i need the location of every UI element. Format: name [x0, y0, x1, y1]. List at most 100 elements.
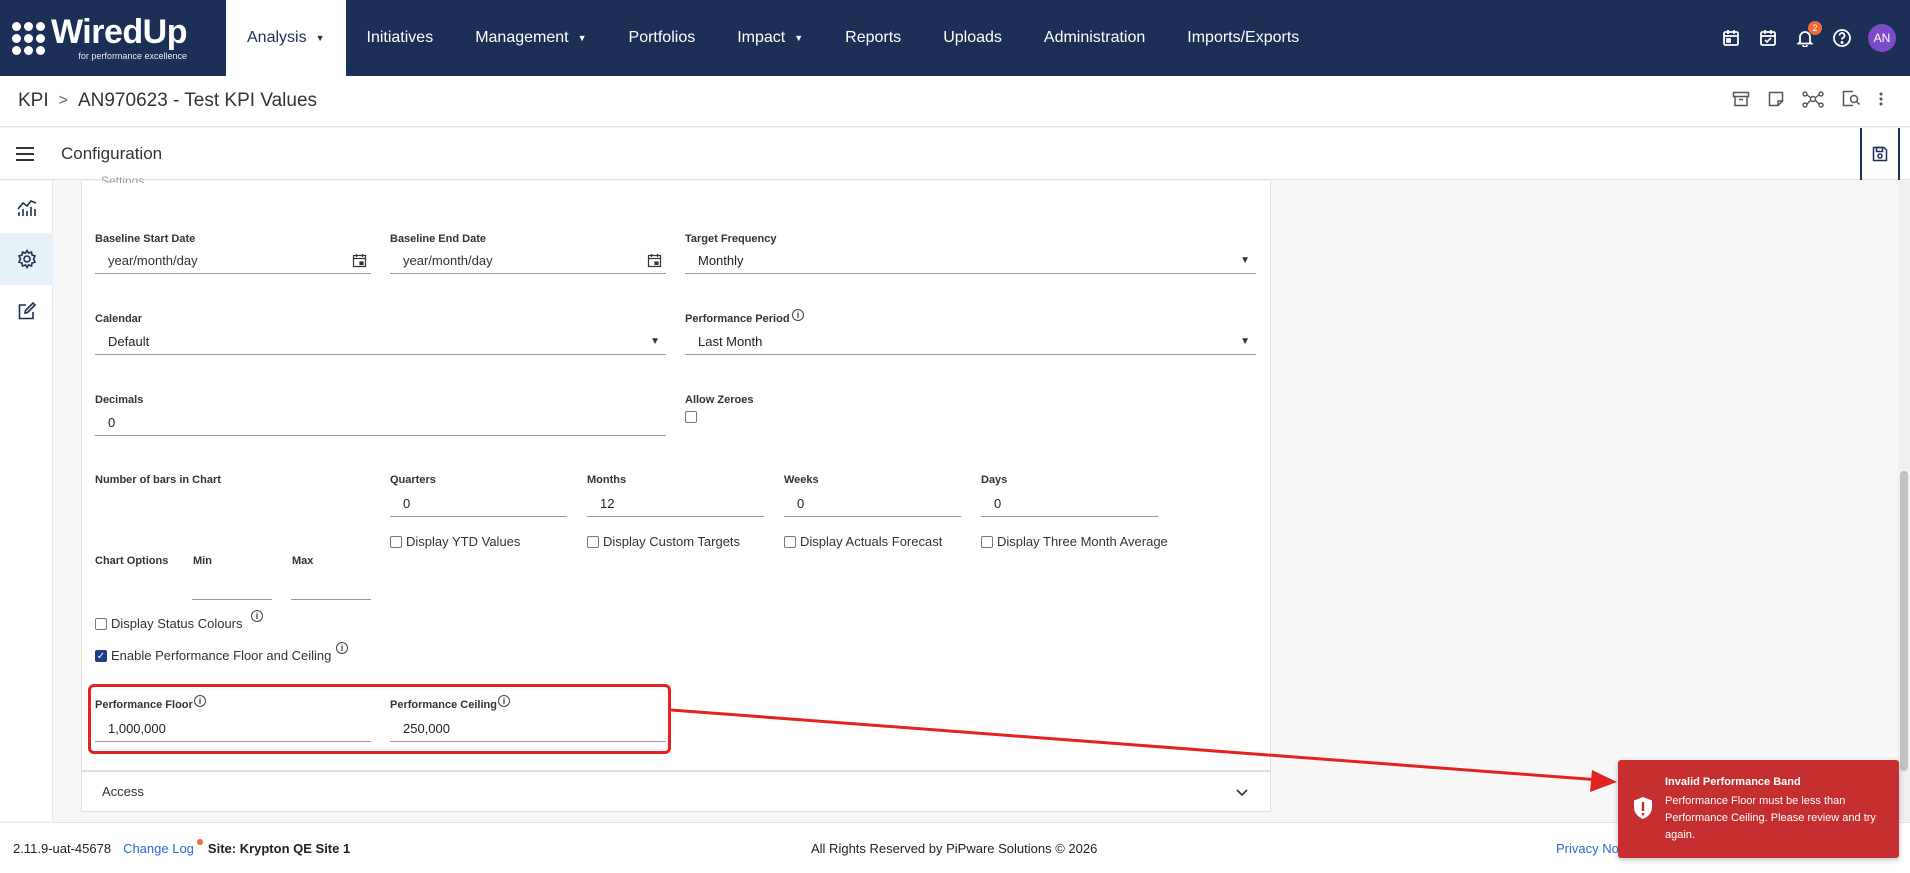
more-vertical-icon[interactable] — [1878, 90, 1884, 114]
baseline-end-date-input[interactable]: year/month/day — [390, 248, 666, 274]
nav-item-uploads[interactable]: Uploads — [922, 0, 1023, 76]
decimals-input[interactable]: 0 — [95, 410, 666, 436]
chart-icon — [16, 200, 36, 216]
info-icon[interactable]: i — [336, 642, 348, 654]
shield-alert-icon — [1632, 796, 1654, 823]
note-icon[interactable] — [1767, 90, 1785, 114]
display-ytd-checkbox[interactable]: Display YTD Values — [390, 534, 520, 549]
nav-item-analysis[interactable]: Analysis ▼ — [226, 0, 346, 76]
nav-item-management[interactable]: Management ▼ — [454, 0, 607, 76]
baseline-start-label: Baseline Start Date — [95, 233, 196, 245]
weeks-input[interactable]: 0 — [784, 491, 961, 517]
performance-ceiling-label: Performance Ceiling — [390, 699, 497, 711]
info-icon[interactable]: i — [251, 610, 263, 622]
top-navigation: WiredUp for performance excellence Analy… — [0, 0, 1910, 76]
info-icon[interactable]: i — [194, 695, 206, 707]
performance-period-select[interactable]: Last Month ▼ — [685, 329, 1256, 355]
baseline-start-date-input[interactable]: year/month/day — [95, 248, 371, 274]
calendar-icon[interactable] — [1720, 27, 1742, 49]
brand-tagline: for performance excellence — [78, 51, 187, 61]
nav-item-administration[interactable]: Administration — [1023, 0, 1166, 76]
target-frequency-label: Target Frequency — [685, 233, 777, 245]
configuration-bar: Configuration — [0, 128, 1910, 180]
wiredup-logo[interactable]: WiredUp for performance excellence — [0, 0, 226, 76]
performance-floor-label: Performance Floor — [95, 699, 193, 711]
toast-message: Performance Floor must be less than Perf… — [1665, 795, 1876, 841]
calendar-label: Calendar — [95, 313, 143, 325]
site-label: Site: Krypton QE Site 1 — [207, 840, 351, 856]
breadcrumb-root[interactable]: KPI — [18, 90, 49, 112]
enable-floor-ceiling-checkbox[interactable]: ✓ Enable Performance Floor and Ceiling — [95, 648, 331, 663]
chart-min-label: Min — [193, 555, 212, 567]
nav-item-impact[interactable]: Impact ▼ — [716, 0, 824, 76]
caret-down-icon: ▼ — [794, 33, 804, 43]
caret-down-icon: ▼ — [315, 33, 325, 43]
search-document-icon[interactable] — [1841, 90, 1861, 114]
access-label: Access — [102, 784, 144, 799]
page-title: AN970623 - Test KPI Values — [77, 90, 318, 111]
dropdown-arrow-icon: ▼ — [1240, 255, 1250, 266]
rail-item-edit[interactable] — [0, 285, 53, 337]
chart-options-label: Chart Options — [95, 555, 169, 567]
edit-icon — [18, 301, 36, 320]
chevron-down-icon — [1236, 785, 1248, 800]
nav-item-portfolios[interactable]: Portfolios — [608, 0, 717, 76]
checkmark-icon: ✓ — [95, 649, 107, 662]
nav-item-imports-exports[interactable]: Imports/Exports — [1166, 0, 1320, 76]
info-icon[interactable]: i — [498, 695, 510, 707]
quarters-input[interactable]: 0 — [390, 491, 567, 517]
rail-item-settings[interactable] — [0, 233, 53, 285]
left-rail — [0, 181, 53, 821]
chevron-right-icon: > — [58, 92, 68, 109]
chart-max-label: Max — [292, 555, 314, 567]
days-label: Days — [981, 474, 1008, 486]
nav-item-initiatives[interactable]: Initiatives — [346, 0, 455, 76]
months-input[interactable]: 12 — [587, 491, 764, 517]
toast-title: Invalid Performance Band — [1665, 776, 1801, 788]
help-icon[interactable] — [1831, 27, 1853, 49]
bell-icon[interactable]: 2 — [1794, 21, 1822, 49]
display-status-colours-checkbox[interactable]: Display Status Colours — [95, 616, 243, 631]
change-log-link[interactable]: Change Log — [123, 838, 203, 856]
performance-floor-input[interactable]: 1,000,000 — [95, 716, 371, 742]
calendar-check-icon[interactable] — [1757, 27, 1779, 49]
performance-ceiling-input[interactable]: 250,000 — [390, 716, 666, 742]
performance-period-label: Performance Period — [685, 313, 790, 325]
rail-item-chart[interactable] — [0, 181, 53, 233]
allow-zeroes-label: Allow Zeroes — [685, 394, 754, 406]
calendar-picker-icon[interactable] — [352, 253, 367, 271]
quarters-label: Quarters — [390, 474, 436, 486]
allow-zeroes-checkbox[interactable] — [685, 411, 701, 423]
settings-section-legend: Settings — [101, 171, 145, 183]
baseline-end-label: Baseline End Date — [390, 233, 486, 245]
chart-max-input[interactable] — [291, 574, 371, 600]
days-input[interactable]: 0 — [981, 491, 1158, 517]
dropdown-arrow-icon: ▼ — [650, 336, 660, 347]
version-label: 2.11.9-uat-45678 — [13, 840, 112, 856]
copyright-text: All Rights Reserved by PiPware Solutions… — [811, 840, 1098, 856]
bars-in-chart-label: Number of bars in Chart — [95, 474, 221, 486]
breadcrumb: KPI > AN970623 - Test KPI Values — [0, 76, 1910, 127]
configuration-title: Configuration — [61, 143, 163, 163]
network-icon[interactable] — [1802, 90, 1824, 114]
weeks-label: Weeks — [784, 474, 819, 486]
target-frequency-select[interactable]: Monthly ▼ — [685, 248, 1256, 274]
display-three-month-average-checkbox[interactable]: Display Three Month Average — [981, 534, 1168, 549]
calendar-select[interactable]: Default ▼ — [95, 329, 666, 355]
vertical-scrollbar[interactable] — [1898, 181, 1910, 821]
hamburger-menu-icon[interactable] — [0, 146, 50, 161]
chart-min-input[interactable] — [192, 574, 272, 600]
display-actuals-forecast-checkbox[interactable]: Display Actuals Forecast — [784, 534, 942, 549]
privacy-notice-link[interactable]: Privacy No — [1556, 841, 1619, 856]
archive-icon[interactable] — [1732, 90, 1750, 114]
access-accordion[interactable]: Access — [81, 771, 1271, 812]
calendar-picker-icon[interactable] — [647, 253, 662, 271]
display-custom-targets-checkbox[interactable]: Display Custom Targets — [587, 534, 740, 549]
info-icon[interactable]: i — [792, 309, 804, 321]
error-toast[interactable]: Invalid Performance Band Performance Flo… — [1618, 760, 1899, 858]
scrollbar-thumb[interactable] — [1900, 471, 1908, 771]
gear-icon — [17, 249, 36, 269]
nav-item-reports[interactable]: Reports — [824, 0, 922, 76]
save-button[interactable] — [1860, 128, 1900, 180]
user-avatar[interactable]: AN — [1868, 24, 1896, 52]
